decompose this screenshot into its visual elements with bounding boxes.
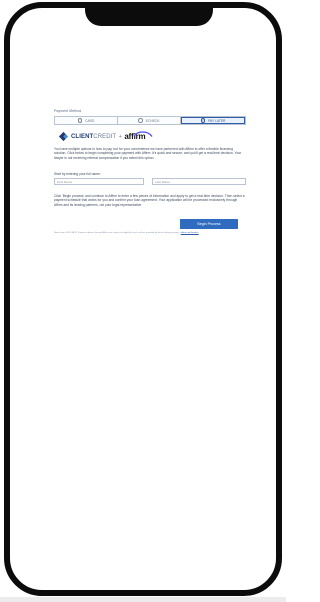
tab-card[interactable]: CARD (55, 117, 118, 124)
bottom-strip (0, 597, 286, 602)
tab-pay-later-label: PAY LATER (208, 118, 226, 123)
affirm-logo: affirm (124, 130, 153, 141)
intro-text: You have multiple options in how to pay,… (54, 147, 242, 160)
plus-sign: + (118, 133, 122, 140)
first-name-input[interactable]: First Name (54, 178, 144, 185)
tab-echeck[interactable]: ECHECK (118, 117, 181, 124)
radio-icon (138, 118, 143, 123)
lenders-link[interactable]: affirm.com/lenders (181, 232, 199, 234)
affirm-arc-icon (133, 130, 153, 137)
payment-method-label: Payment Method (54, 109, 82, 113)
check-circle-icon: ✓ (200, 118, 206, 123)
phone-notch (85, 8, 213, 26)
clientcredit-logo: CLIENTCREDIT (71, 133, 117, 140)
payment-panel: Payment Method CARD ECHECK ✓ PAY LATER C… (48, 103, 252, 243)
process-text: Click 'Begin process' and continue to Af… (54, 194, 245, 207)
clientcredit-logo-icon (58, 131, 69, 142)
payment-method-tabs: CARD ECHECK ✓ PAY LATER (54, 116, 246, 125)
tab-pay-later[interactable]: ✓ PAY LATER (181, 117, 245, 124)
begin-process-button[interactable]: Begin Process (180, 219, 238, 229)
last-name-input[interactable]: Last Name (152, 178, 246, 185)
footnote: Rates from 0-30% APR. Payment options th… (54, 232, 199, 234)
name-prompt: Start by entering your full name: (54, 172, 101, 176)
tab-card-label: CARD (85, 118, 95, 123)
radio-icon (77, 118, 83, 123)
brand-logos: CLIENTCREDIT + affirm (58, 130, 153, 143)
phone-frame: Payment Method CARD ECHECK ✓ PAY LATER C… (4, 2, 282, 596)
tab-echeck-label: ECHECK (145, 118, 160, 123)
